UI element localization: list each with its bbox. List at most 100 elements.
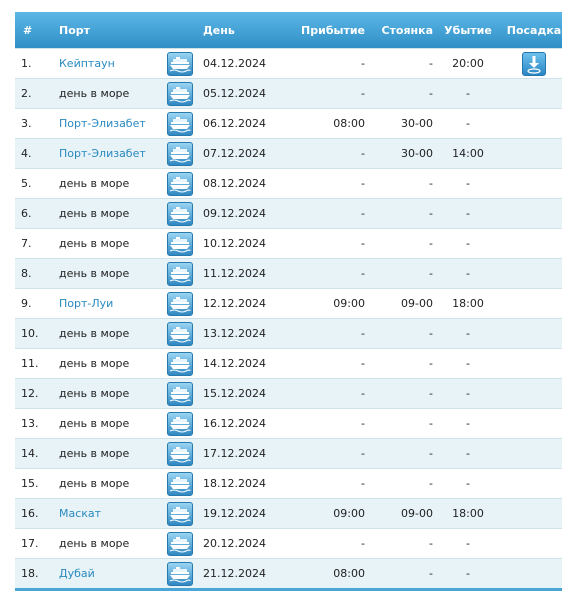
row-arrival: - bbox=[293, 78, 365, 109]
port-link[interactable]: Порт-Элизабет bbox=[59, 147, 146, 160]
row-departure: - bbox=[433, 198, 503, 229]
row-arrival: - bbox=[293, 198, 365, 229]
row-ship bbox=[159, 378, 201, 409]
port-link[interactable]: Маскат bbox=[59, 507, 101, 520]
row-departure: - bbox=[433, 228, 503, 259]
port-link[interactable]: Кейптаун bbox=[59, 57, 115, 70]
row-stay: - bbox=[365, 558, 433, 591]
row-num: 13. bbox=[15, 408, 53, 439]
port-link[interactable]: Порт-Луи bbox=[59, 297, 113, 310]
row-stay: - bbox=[365, 48, 433, 79]
row-stay: 30-00 bbox=[365, 138, 433, 169]
table-row: 17. день в море 20.12.2024- - - bbox=[15, 528, 562, 559]
row-port: день в море bbox=[53, 78, 159, 109]
row-departure: - bbox=[433, 468, 503, 499]
row-boarding bbox=[503, 48, 562, 79]
row-port: Кейптаун bbox=[53, 48, 159, 79]
row-ship bbox=[159, 108, 201, 139]
ship-icon[interactable] bbox=[167, 441, 193, 466]
row-ship bbox=[159, 348, 201, 379]
table-row: 8. день в море 11.12.2024- - - bbox=[15, 258, 562, 289]
table-row: 11. день в море 14.12.2024- - - bbox=[15, 348, 562, 379]
row-day: 18.12.2024 bbox=[201, 468, 293, 499]
port-label: день в море bbox=[59, 537, 130, 550]
header-stay: Стоянка bbox=[365, 12, 433, 49]
row-departure: - bbox=[433, 168, 503, 199]
row-boarding bbox=[503, 168, 562, 199]
row-boarding bbox=[503, 528, 562, 559]
row-arrival: - bbox=[293, 408, 365, 439]
row-stay: - bbox=[365, 258, 433, 289]
ship-icon[interactable] bbox=[167, 201, 193, 226]
row-day: 06.12.2024 bbox=[201, 108, 293, 139]
row-arrival: - bbox=[293, 318, 365, 349]
header-boarding: Посадка bbox=[503, 12, 562, 49]
row-ship bbox=[159, 198, 201, 229]
ship-icon[interactable] bbox=[167, 51, 193, 76]
row-stay: - bbox=[365, 408, 433, 439]
row-day: 09.12.2024 bbox=[201, 198, 293, 229]
ship-icon[interactable] bbox=[167, 531, 193, 556]
row-arrival: - bbox=[293, 258, 365, 289]
row-departure: - bbox=[433, 318, 503, 349]
row-num: 1. bbox=[15, 48, 53, 79]
ship-icon[interactable] bbox=[167, 411, 193, 436]
ship-icon[interactable] bbox=[167, 291, 193, 316]
row-num: 8. bbox=[15, 258, 53, 289]
row-day: 08.12.2024 bbox=[201, 168, 293, 199]
table-row: 4. Порт-Элизабет 07.12.2024-30-00 14:00 bbox=[15, 138, 562, 169]
row-stay: - bbox=[365, 348, 433, 379]
boarding-icon[interactable] bbox=[522, 51, 546, 76]
row-boarding bbox=[503, 258, 562, 289]
row-ship bbox=[159, 78, 201, 109]
row-departure: 18:00 bbox=[433, 288, 503, 319]
row-arrival: 09:00 bbox=[293, 498, 365, 529]
row-port: день в море bbox=[53, 228, 159, 259]
header-day: День bbox=[201, 12, 293, 49]
ship-icon[interactable] bbox=[167, 141, 193, 166]
row-departure: - bbox=[433, 78, 503, 109]
row-boarding bbox=[503, 78, 562, 109]
port-link[interactable]: Дубай bbox=[59, 567, 95, 580]
port-label: день в море bbox=[59, 207, 130, 220]
ship-icon[interactable] bbox=[167, 561, 193, 586]
row-ship bbox=[159, 408, 201, 439]
row-day: 16.12.2024 bbox=[201, 408, 293, 439]
row-ship bbox=[159, 528, 201, 559]
row-day: 10.12.2024 bbox=[201, 228, 293, 259]
table-row: 7. день в море 10.12.2024- - - bbox=[15, 228, 562, 259]
ship-icon[interactable] bbox=[167, 471, 193, 496]
port-label: день в море bbox=[59, 177, 130, 190]
port-link[interactable]: Порт-Элизабет bbox=[59, 117, 146, 130]
ship-icon[interactable] bbox=[167, 231, 193, 256]
row-arrival: - bbox=[293, 528, 365, 559]
ship-icon[interactable] bbox=[167, 381, 193, 406]
row-ship bbox=[159, 258, 201, 289]
row-num: 12. bbox=[15, 378, 53, 409]
port-label: день в море bbox=[59, 477, 130, 490]
ship-icon[interactable] bbox=[167, 351, 193, 376]
header-departure: Убытие bbox=[433, 12, 503, 49]
ship-icon[interactable] bbox=[167, 111, 193, 136]
row-boarding bbox=[503, 438, 562, 469]
row-departure: - bbox=[433, 348, 503, 379]
port-label: день в море bbox=[59, 327, 130, 340]
row-stay: - bbox=[365, 378, 433, 409]
row-stay: 30-00 bbox=[365, 108, 433, 139]
row-day: 20.12.2024 bbox=[201, 528, 293, 559]
ship-icon[interactable] bbox=[167, 321, 193, 346]
port-label: день в море bbox=[59, 87, 130, 100]
row-stay: 09-00 bbox=[365, 498, 433, 529]
header-num: # bbox=[15, 12, 53, 49]
ship-icon[interactable] bbox=[167, 81, 193, 106]
ship-icon[interactable] bbox=[167, 261, 193, 286]
row-stay: - bbox=[365, 228, 433, 259]
row-departure: - bbox=[433, 558, 503, 591]
ship-icon[interactable] bbox=[167, 171, 193, 196]
row-ship bbox=[159, 558, 201, 591]
ship-icon[interactable] bbox=[167, 501, 193, 526]
row-boarding bbox=[503, 408, 562, 439]
row-port: Порт-Элизабет bbox=[53, 108, 159, 139]
row-departure: 20:00 bbox=[433, 48, 503, 79]
table-row: 2. день в море 05.12.2024- - - bbox=[15, 78, 562, 109]
